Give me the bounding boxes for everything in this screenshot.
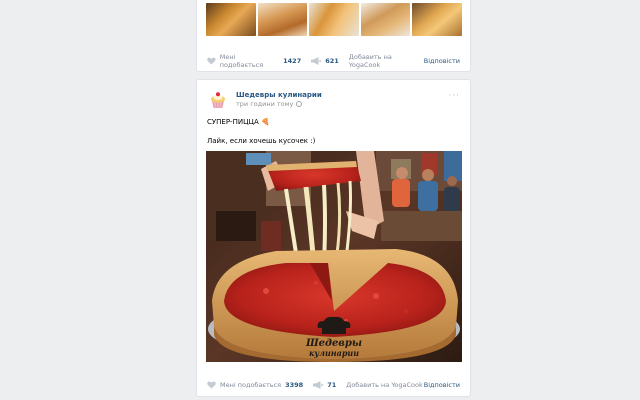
post-actions: Мені подобається 3398 71 Добавить на Yog… xyxy=(207,378,460,392)
share-count: 621 xyxy=(325,57,339,65)
share-count: 71 xyxy=(327,381,337,389)
megaphone-icon xyxy=(313,381,323,389)
post-text-line-2: Лайк, если хочешь кусочек :) xyxy=(207,137,316,145)
photo-thumbnails xyxy=(206,3,462,36)
like-count: 1427 xyxy=(283,57,302,65)
eye-icon xyxy=(296,101,303,107)
post-photo[interactable]: Шедевры кулинарии xyxy=(206,151,462,362)
thumbnail-photo[interactable] xyxy=(257,3,308,36)
thumbnail-photo[interactable] xyxy=(309,3,359,36)
add-to-yogacook-link[interactable]: Добавить на YogaCook xyxy=(349,53,424,69)
avatar-cupcake-icon xyxy=(207,89,229,111)
like-button[interactable]: Мені подобається 1427 xyxy=(207,53,301,69)
heart-icon xyxy=(207,381,216,389)
post-card: Шедевры кулинарии три години тому ··· СУ… xyxy=(196,79,471,397)
avatar[interactable] xyxy=(207,89,229,111)
watermark-text-2: кулинарии xyxy=(309,348,359,358)
more-icon[interactable]: ··· xyxy=(448,91,460,101)
post-time[interactable]: три години тому xyxy=(236,100,303,108)
reply-link[interactable]: Відповісти xyxy=(424,381,460,389)
thumbnail-photo[interactable] xyxy=(412,3,462,36)
share-button[interactable]: 621 xyxy=(311,57,339,65)
like-label: Мені подобається xyxy=(219,53,264,69)
megaphone-icon xyxy=(311,57,322,65)
post-time-label: три години тому xyxy=(236,100,294,108)
thumbnail-photo[interactable] xyxy=(206,3,256,36)
post-text-line-1: СУПЕР-ПИЦЦА 🍕 xyxy=(207,118,270,126)
add-to-yogacook-link[interactable]: Добавить на YogaCook xyxy=(346,381,423,389)
like-button[interactable]: Мені подобається 3398 xyxy=(207,381,303,389)
heart-icon xyxy=(207,57,216,65)
deep-dish-pizza-photo: Шедевры кулинарии xyxy=(206,151,462,362)
share-button[interactable]: 71 xyxy=(313,381,336,389)
post-card-previous: Мені подобається 1427 621 Добавить на Yo… xyxy=(196,0,471,72)
thumbnail-photo[interactable] xyxy=(360,3,411,36)
post-author-link[interactable]: Шедевры кулинарии xyxy=(236,91,322,99)
like-label: Мені подобається xyxy=(220,381,282,389)
reply-link[interactable]: Відповісти xyxy=(424,57,460,65)
like-count: 3398 xyxy=(285,381,304,389)
post-actions: Мені подобається 1427 621 Добавить на Yo… xyxy=(207,53,460,69)
